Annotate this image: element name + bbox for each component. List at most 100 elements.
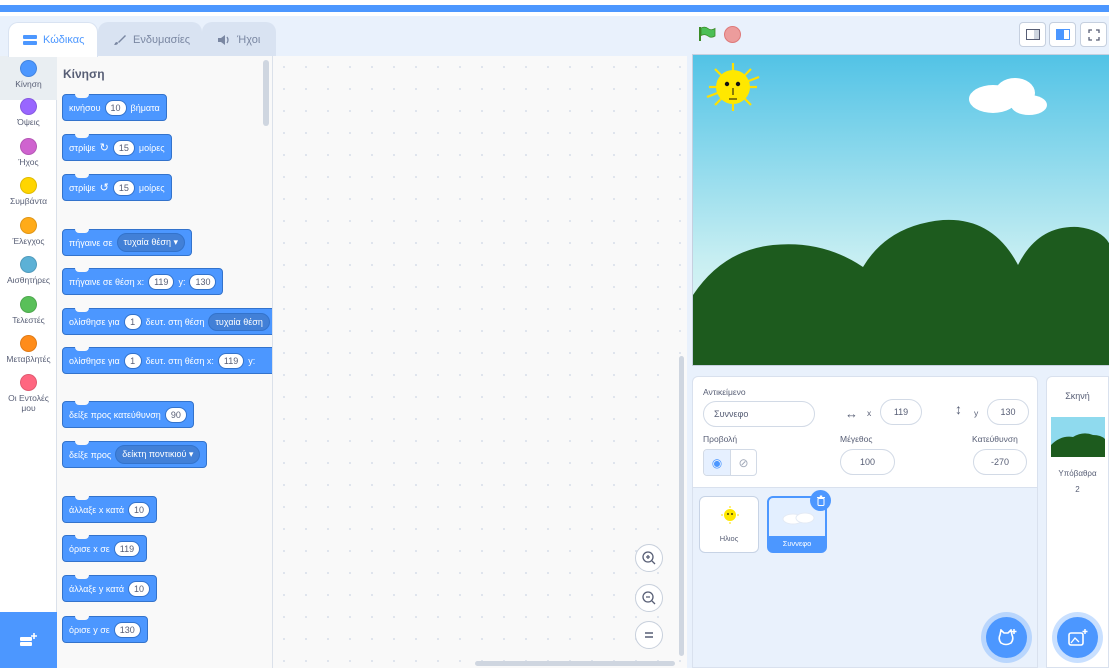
choose-backdrop-button[interactable] xyxy=(1057,617,1098,658)
sun-thumbnail-icon xyxy=(721,506,739,524)
tab-code[interactable]: Κώδικας xyxy=(8,22,98,57)
delete-sprite-button[interactable] xyxy=(810,490,831,511)
block-text: ολίσθησε για xyxy=(69,355,120,366)
category-variables[interactable]: Μεταβλητές xyxy=(0,335,57,364)
block-text: ολίσθησε για xyxy=(69,316,120,327)
block-input-x[interactable]: 119 xyxy=(148,273,175,290)
brush-icon xyxy=(114,34,126,45)
block-input[interactable]: 15 xyxy=(112,179,135,196)
rotate-left-icon: ↺ xyxy=(99,182,109,194)
block-turn-left[interactable]: στρίψε ↺ 15 μοίρες xyxy=(62,174,172,201)
block-set-x[interactable]: όρισε x σε 119 xyxy=(62,535,148,562)
rotate-right-icon: ↻ xyxy=(99,142,109,154)
y-position-input[interactable]: 130 xyxy=(987,399,1029,425)
block-glide-to[interactable]: ολίσθησε για 1 δευτ. στη θέση τυχαία θέσ… xyxy=(62,308,272,335)
zoom-out-button[interactable] xyxy=(635,584,663,612)
category-operators[interactable]: Τελεστές xyxy=(0,296,57,325)
script-vertical-scrollbar[interactable] xyxy=(679,356,684,656)
category-control[interactable]: Έλεγχος xyxy=(0,217,57,246)
hide-sprite-eye-icon[interactable]: ⊘ xyxy=(730,450,756,475)
block-dropdown[interactable]: τυχαία θέση ▾ xyxy=(116,233,185,252)
sprite-thumbnail-sun[interactable]: Ηλιος xyxy=(699,496,759,553)
block-go-to[interactable]: πήγαινε σε τυχαία θέση ▾ xyxy=(62,229,192,256)
block-point-in-direction[interactable]: δείξε προς κατεύθυνση 90 xyxy=(62,401,194,428)
block-dropdown[interactable]: δείκτη ποντικιού ▾ xyxy=(115,445,201,464)
category-events-dot xyxy=(20,177,37,194)
block-dropdown[interactable]: τυχαία θέση xyxy=(208,312,270,331)
dropdown-value: τυχαία θέση xyxy=(123,237,171,247)
stop-button[interactable] xyxy=(724,26,741,43)
zoom-in-button[interactable] xyxy=(635,544,663,572)
add-extension-button[interactable] xyxy=(0,612,57,668)
category-motion[interactable]: Κίνηση xyxy=(0,56,57,100)
category-looks[interactable]: Όψεις xyxy=(0,98,57,127)
stage-canvas[interactable] xyxy=(692,54,1109,366)
category-sensing[interactable]: Αισθητήρες xyxy=(0,256,57,285)
block-input[interactable]: 130 xyxy=(113,621,141,638)
add-extension-icon xyxy=(19,633,37,646)
category-menu: Κίνηση Όψεις Ήχος Συμβάντα Έλεγχος Αισθη… xyxy=(0,56,57,668)
category-sound-dot xyxy=(20,138,37,155)
fullscreen-button[interactable] xyxy=(1080,22,1107,47)
menu-bar-stripe xyxy=(0,5,1109,12)
stage-scene xyxy=(693,55,1109,365)
block-text: δευτ. στη θέση x: xyxy=(145,355,214,366)
category-sound[interactable]: Ήχος xyxy=(0,138,57,167)
tab-sounds-label: Ήχοι xyxy=(237,33,261,46)
category-my-blocks[interactable]: Οι Εντολές μου xyxy=(0,374,57,413)
block-text: στρίψε xyxy=(69,182,96,193)
block-turn-right[interactable]: στρίψε ↻ 15 μοίρες xyxy=(62,134,172,161)
block-go-to-xy[interactable]: πήγαινε σε θέση x: 119 y: 130 xyxy=(62,268,224,295)
zoom-out-icon xyxy=(642,591,656,605)
block-input-y[interactable]: 130 xyxy=(189,273,217,290)
block-input[interactable]: 10 xyxy=(128,501,151,518)
block-text: στρίψε xyxy=(69,142,96,153)
block-input[interactable]: 10 xyxy=(104,99,127,116)
block-point-towards[interactable]: δείξε προς δείκτη ποντικιού ▾ xyxy=(62,441,208,468)
block-text: δείξε προς xyxy=(69,449,112,460)
block-text: μοίρες xyxy=(138,142,165,153)
tab-sounds[interactable]: Ήχοι xyxy=(202,22,276,56)
x-position-input[interactable]: 119 xyxy=(880,399,922,425)
block-input[interactable]: 1 xyxy=(123,352,142,369)
block-text: y: xyxy=(248,355,256,366)
block-text: άλλαξε y κατά xyxy=(69,583,125,594)
cat-add-icon xyxy=(997,628,1016,645)
palette-scrollbar[interactable] xyxy=(263,60,269,126)
small-stage-button[interactable] xyxy=(1019,22,1046,47)
sprite-name-input[interactable]: Συννεφο xyxy=(703,401,815,427)
block-input[interactable]: 90 xyxy=(164,406,187,423)
block-input[interactable]: 10 xyxy=(128,580,151,597)
sprite-info-panel: Αντικείμενο Συννεφο ↔ x 119 ↕ y 130 Προβ… xyxy=(692,376,1038,488)
sprite-name-cloud: Συννεφο xyxy=(769,536,825,551)
tab-costumes[interactable]: Ενδυμασίες xyxy=(98,22,202,56)
block-input-x[interactable]: 119 xyxy=(217,352,245,369)
script-horizontal-scrollbar[interactable] xyxy=(475,661,675,666)
block-change-x[interactable]: άλλαξε x κατά 10 xyxy=(62,496,158,523)
category-events[interactable]: Συμβάντα xyxy=(0,177,57,206)
visibility-toggle: ◉ ⊘ xyxy=(703,449,757,476)
choose-sprite-button[interactable] xyxy=(986,617,1027,658)
y-label: y xyxy=(974,408,979,418)
backdrop-thumbnail xyxy=(1051,417,1105,457)
block-set-y[interactable]: όρισε y σε 130 xyxy=(62,616,148,643)
block-move-steps[interactable]: κινήσου 10 βήματα xyxy=(62,94,167,121)
show-label: Προβολή xyxy=(703,434,738,444)
normal-stage-button[interactable] xyxy=(1049,22,1076,47)
direction-input[interactable]: -270 xyxy=(973,449,1027,475)
block-input[interactable]: 15 xyxy=(112,139,135,156)
zoom-reset-button[interactable] xyxy=(635,621,663,649)
block-input[interactable]: 119 xyxy=(113,540,141,557)
block-text: πήγαινε σε θέση x: xyxy=(69,276,145,287)
block-input[interactable]: 1 xyxy=(123,313,142,330)
block-change-y[interactable]: άλλαξε y κατά 10 xyxy=(62,575,158,602)
block-text: άλλαξε x κατά xyxy=(69,504,125,515)
zoom-reset-icon xyxy=(645,632,653,638)
block-glide-to-xy[interactable]: ολίσθησε για 1 δευτ. στη θέση x: 119 y: xyxy=(62,347,272,374)
script-area[interactable] xyxy=(273,56,687,668)
size-input[interactable]: 100 xyxy=(840,449,895,475)
green-flag-icon[interactable] xyxy=(698,26,716,42)
block-text: όρισε x σε xyxy=(69,543,110,554)
show-sprite-eye-icon[interactable]: ◉ xyxy=(704,450,730,475)
block-text: κινήσου xyxy=(69,102,101,113)
